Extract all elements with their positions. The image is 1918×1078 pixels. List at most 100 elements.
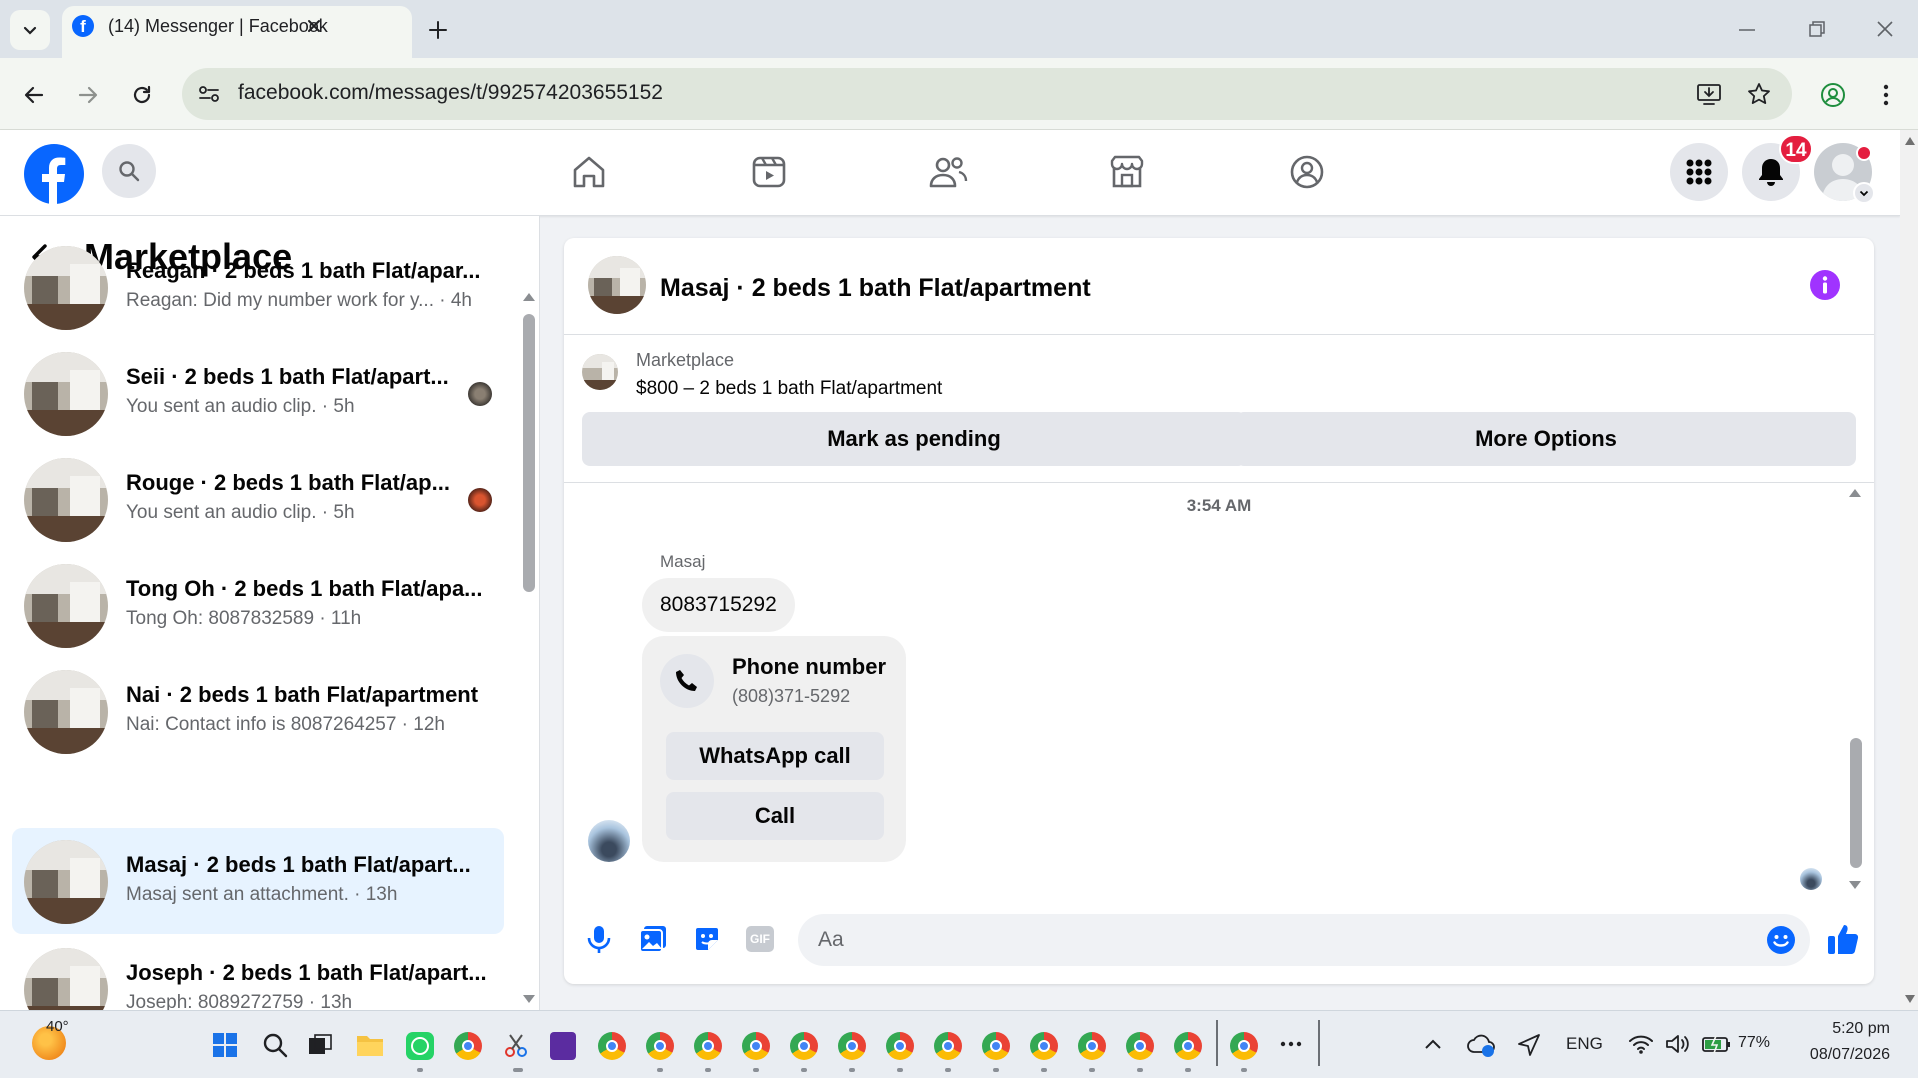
conversation-item-active[interactable]: Masaj · 2 beds 1 bath Flat/apart... Masa… <box>12 828 504 934</box>
new-tab-icon[interactable] <box>427 19 449 41</box>
chevron-down-icon <box>1859 190 1869 197</box>
sender-avatar[interactable] <box>588 820 630 862</box>
profile-icon[interactable] <box>1820 82 1846 108</box>
conversation-preview: Joseph: 8089272759 · 13h <box>126 992 353 1010</box>
sidebar-scroll-up-icon[interactable] <box>522 292 536 302</box>
mark-pending-button[interactable]: Mark as pending <box>582 412 1246 466</box>
chat-title[interactable]: Masaj · 2 beds 1 bath Flat/apartment <box>660 274 1091 303</box>
chat-scroll-up-icon[interactable] <box>1848 488 1862 498</box>
running-indicator <box>417 1068 423 1072</box>
conversation-item[interactable]: Joseph · 2 beds 1 bath Flat/apart... Jos… <box>12 936 504 1010</box>
chat-scroll-down-icon[interactable] <box>1848 880 1862 890</box>
home-icon[interactable] <box>570 153 608 191</box>
running-indicator <box>945 1068 951 1072</box>
call-button[interactable]: Call <box>666 792 884 840</box>
conversation-item[interactable]: Nai · 2 beds 1 bath Flat/apartment Nai: … <box>12 658 504 764</box>
emoji-icon[interactable] <box>1766 925 1796 955</box>
location-icon[interactable] <box>1516 1032 1542 1058</box>
minimize-window-icon[interactable] <box>1738 28 1756 32</box>
chat-avatar[interactable] <box>588 256 646 314</box>
microphone-icon[interactable] <box>586 924 612 954</box>
restore-window-icon[interactable] <box>1808 20 1826 38</box>
info-icon[interactable] <box>1810 270 1840 300</box>
chrome-window-icon[interactable] <box>1030 1032 1058 1060</box>
more-apps-icon[interactable] <box>1280 1040 1302 1048</box>
forward-icon[interactable] <box>76 83 100 107</box>
chrome-window-icon[interactable] <box>886 1032 914 1060</box>
clock-date[interactable]: 08/07/2026 <box>1790 1046 1890 1064</box>
chrome-window-icon[interactable] <box>1078 1032 1106 1060</box>
tab-search-button[interactable] <box>10 10 50 50</box>
conversation-item[interactable]: Seii · 2 beds 1 bath Flat/apart... You s… <box>12 340 504 446</box>
facebook-logo-icon[interactable] <box>24 144 84 204</box>
video-icon[interactable] <box>750 153 788 191</box>
reload-icon[interactable] <box>130 83 154 107</box>
address-bar[interactable]: facebook.com/messages/t/992574203655152 <box>182 68 1792 120</box>
install-app-icon[interactable] <box>1696 82 1722 106</box>
chrome-window-icon[interactable] <box>838 1032 866 1060</box>
app-icon-purple[interactable] <box>550 1032 576 1060</box>
notification-badge: 14 <box>1779 134 1813 164</box>
account-dropdown-button[interactable] <box>1853 182 1875 204</box>
chrome-window-icon[interactable] <box>742 1032 770 1060</box>
chrome-window-icon[interactable] <box>934 1032 962 1060</box>
running-indicator <box>1241 1068 1247 1072</box>
close-window-icon[interactable] <box>1876 20 1894 38</box>
message-input[interactable]: Aa <box>798 914 1810 966</box>
wifi-icon[interactable] <box>1628 1032 1654 1056</box>
browser-tab[interactable]: f (14) Messenger | Facebook <box>62 6 412 58</box>
friends-icon[interactable] <box>928 153 968 191</box>
message-timestamp: 3:54 AM <box>1186 496 1252 515</box>
gif-icon[interactable]: GIF <box>746 926 774 952</box>
taskbar-search-icon[interactable] <box>262 1032 288 1058</box>
sidebar-scroll-down-icon[interactable] <box>522 994 536 1004</box>
image-attach-icon[interactable] <box>638 924 668 954</box>
close-tab-icon[interactable] <box>306 18 322 34</box>
sidebar-scrollbar-thumb[interactable] <box>523 314 535 592</box>
chrome-icon[interactable] <box>454 1032 482 1060</box>
file-explorer-icon[interactable] <box>356 1032 384 1058</box>
listing-description[interactable]: $800 – 2 beds 1 bath Flat/apartment <box>636 378 942 400</box>
conversation-item[interactable]: Rouge · 2 beds 1 bath Flat/ap... You sen… <box>12 446 504 552</box>
conversation-item[interactable]: Reagan · 2 beds 1 bath Flat/apar... Reag… <box>12 234 504 340</box>
site-info-icon[interactable] <box>198 84 220 104</box>
gaming-icon[interactable] <box>1288 153 1326 191</box>
chat-scrollbar-thumb[interactable] <box>1850 738 1862 868</box>
show-hidden-icons-chevron-icon[interactable] <box>1424 1038 1442 1050</box>
chrome-window-icon[interactable] <box>790 1032 818 1060</box>
battery-icon[interactable] <box>1702 1034 1732 1054</box>
page-scrollbar-track[interactable] <box>1900 130 1918 1010</box>
back-icon[interactable] <box>22 83 46 107</box>
running-indicator <box>1185 1068 1191 1072</box>
chrome-window-icon[interactable] <box>1126 1032 1154 1060</box>
chrome-window-icon[interactable] <box>646 1032 674 1060</box>
snipping-tool-icon[interactable] <box>502 1032 530 1060</box>
more-options-button[interactable]: More Options <box>1236 412 1856 466</box>
chrome-window-icon[interactable] <box>1230 1032 1258 1060</box>
whatsapp-icon[interactable] <box>406 1032 434 1060</box>
task-view-icon[interactable] <box>308 1034 332 1056</box>
scroll-down-arrow-icon[interactable] <box>1904 994 1916 1004</box>
menu-button[interactable] <box>1670 143 1728 201</box>
bookmark-star-icon[interactable] <box>1746 81 1772 107</box>
scroll-up-arrow-icon[interactable] <box>1904 136 1916 146</box>
cloud-sync-icon[interactable] <box>1466 1032 1496 1058</box>
chrome-window-icon[interactable] <box>1174 1032 1202 1060</box>
volume-icon[interactable] <box>1664 1032 1690 1056</box>
chrome-window-icon[interactable] <box>598 1032 626 1060</box>
like-thumbs-up-icon[interactable] <box>1826 922 1860 956</box>
browser-menu-icon[interactable] <box>1882 84 1890 106</box>
message-bubble[interactable]: 8083715292 <box>642 578 795 632</box>
conversation-preview: Reagan: Did my number work for y... · 4h <box>126 290 472 311</box>
chrome-window-icon[interactable] <box>982 1032 1010 1060</box>
chrome-window-icon[interactable] <box>694 1032 722 1060</box>
marketplace-icon[interactable] <box>1108 153 1146 191</box>
clock-time[interactable]: 5:20 pm <box>1800 1020 1890 1038</box>
language-indicator[interactable]: ENG <box>1566 1034 1603 1054</box>
conversation-item[interactable]: Tong Oh · 2 beds 1 bath Flat/apa... Tong… <box>12 552 504 658</box>
facebook-search-button[interactable] <box>102 144 156 198</box>
card-phone-number: (808)371-5292 <box>732 686 851 706</box>
whatsapp-call-button[interactable]: WhatsApp call <box>666 732 884 780</box>
windows-start-icon[interactable] <box>212 1032 238 1058</box>
sticker-icon[interactable] <box>692 924 722 954</box>
